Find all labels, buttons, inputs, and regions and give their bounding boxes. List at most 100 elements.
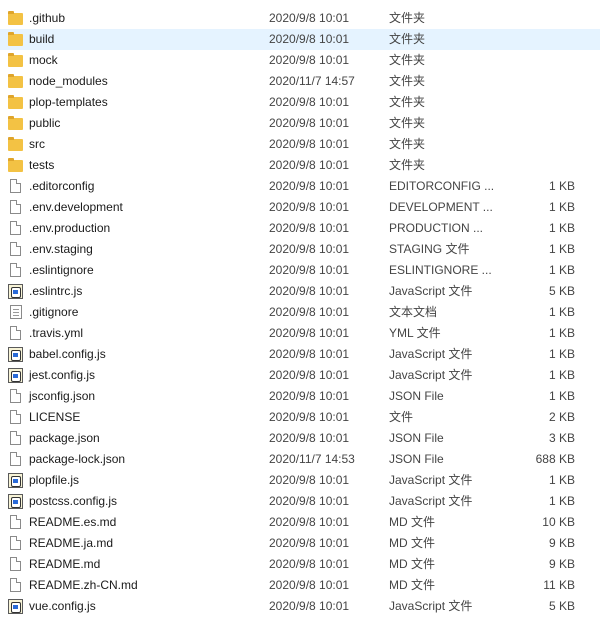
file-row[interactable]: README.es.md 2020/9/8 10:01 MD 文件 10 KB	[0, 512, 600, 533]
file-name[interactable]: .eslintrc.js	[29, 281, 82, 302]
file-row[interactable]: plop-templates 2020/9/8 10:01 文件夹	[0, 92, 600, 113]
file-row[interactable]: package-lock.json 2020/11/7 14:53 JSON Fil…	[0, 449, 600, 470]
file-icon	[10, 431, 21, 445]
file-icon-wrap	[8, 11, 24, 26]
file-row[interactable]: .github 2020/9/8 10:01 文件夹	[0, 8, 600, 29]
file-name[interactable]: node_modules	[29, 71, 108, 92]
file-type: JSON File	[389, 452, 444, 466]
file-name[interactable]: LICENSE	[29, 407, 80, 428]
file-icon-wrap	[8, 32, 24, 47]
file-icon	[10, 221, 21, 235]
file-name[interactable]: src	[29, 134, 45, 155]
file-date-modified: 2020/9/8 10:01	[269, 158, 350, 172]
file-icon-wrap	[8, 578, 24, 593]
file-date-modified: 2020/9/8 10:01	[269, 599, 350, 613]
file-row[interactable]: .env.production 2020/9/8 10:01 PRODUCTION …	[0, 218, 600, 239]
file-name[interactable]: package.json	[29, 428, 100, 449]
file-row[interactable]: node_modules 2020/11/7 14:57 文件夹	[0, 71, 600, 92]
js-icon	[8, 494, 23, 509]
file-row[interactable]: .editorconfig 2020/9/8 10:01 EDITORCONFIG …	[0, 176, 600, 197]
file-icon	[10, 200, 21, 214]
file-name[interactable]: jsconfig.json	[29, 386, 95, 407]
file-row[interactable]: vue.config.js 2020/9/8 10:01 JavaScript 文件…	[0, 596, 600, 617]
file-name[interactable]: babel.config.js	[29, 344, 106, 365]
file-name[interactable]: package-lock.json	[29, 449, 125, 470]
file-name[interactable]: plop-templates	[29, 92, 108, 113]
file-date-modified: 2020/9/8 10:01	[269, 221, 350, 235]
file-type: JavaScript 文件	[389, 347, 473, 361]
file-name[interactable]: jest.config.js	[29, 365, 95, 386]
file-row[interactable]: src 2020/9/8 10:01 文件夹	[0, 134, 600, 155]
file-row[interactable]: package.json 2020/9/8 10:01 JSON File 3 KB	[0, 428, 600, 449]
file-row[interactable]: LICENSE 2020/9/8 10:01 文件 2 KB	[0, 407, 600, 428]
file-name[interactable]: README.es.md	[29, 512, 116, 533]
file-name[interactable]: vue.config.js	[29, 596, 96, 617]
file-size: 1 KB	[548, 494, 575, 508]
file-size: 3 KB	[548, 431, 575, 445]
file-date-modified: 2020/9/8 10:01	[269, 137, 350, 151]
file-size: 5 KB	[548, 599, 575, 613]
file-date-modified: 2020/9/8 10:01	[269, 410, 350, 424]
file-icon-wrap	[8, 536, 24, 551]
file-name[interactable]: .gitignore	[29, 302, 78, 323]
file-row[interactable]: jsconfig.json 2020/9/8 10:01 JSON File 1 KB	[0, 386, 600, 407]
file-name[interactable]: .env.production	[29, 218, 110, 239]
file-name[interactable]: public	[29, 113, 60, 134]
file-type: PRODUCTION ...	[389, 221, 484, 235]
file-row[interactable]: public 2020/9/8 10:01 文件夹	[0, 113, 600, 134]
file-row[interactable]: .travis.yml 2020/9/8 10:01 YML 文件 1 KB	[0, 323, 600, 344]
file-name[interactable]: .env.staging	[29, 239, 93, 260]
file-date-modified: 2020/11/7 14:53	[269, 452, 355, 466]
file-icon	[10, 578, 21, 592]
file-date-modified: 2020/9/8 10:01	[269, 347, 350, 361]
file-name[interactable]: plopfile.js	[29, 470, 79, 491]
file-name[interactable]: postcss.config.js	[29, 491, 117, 512]
file-name[interactable]: .editorconfig	[29, 176, 94, 197]
file-row[interactable]: .env.staging 2020/9/8 10:01 STAGING 文件 1 KB	[0, 239, 600, 260]
file-type: 文件夹	[389, 116, 426, 130]
file-date-modified: 2020/9/8 10:01	[269, 95, 350, 109]
file-size: 11 KB	[543, 578, 575, 592]
file-row[interactable]: postcss.config.js 2020/9/8 10:01 JavaScrip…	[0, 491, 600, 512]
file-type: 文件夹	[389, 53, 426, 67]
file-row[interactable]: .gitignore 2020/9/8 10:01 文本文档 1 KB	[0, 302, 600, 323]
file-icon	[10, 515, 21, 529]
file-icon-wrap	[8, 53, 24, 68]
file-icon-wrap	[8, 137, 24, 152]
file-row[interactable]: .eslintignore 2020/9/8 10:01 ESLINTIGNORE …	[0, 260, 600, 281]
file-size: 9 KB	[548, 536, 575, 550]
file-row[interactable]: build 2020/9/8 10:01 文件夹	[0, 29, 600, 50]
file-row[interactable]: .env.development 2020/9/8 10:01 DEVELOPMEN…	[0, 197, 600, 218]
file-name[interactable]: .env.development	[29, 197, 123, 218]
file-row[interactable]: README.zh-CN.md 2020/9/8 10:01 MD 文件 11 KB	[0, 575, 600, 596]
file-name[interactable]: build	[29, 29, 54, 50]
file-row[interactable]: babel.config.js 2020/9/8 10:01 JavaScript …	[0, 344, 600, 365]
file-row[interactable]: plopfile.js 2020/9/8 10:01 JavaScript 文件 1 …	[0, 470, 600, 491]
file-icon-wrap	[8, 515, 24, 530]
file-date-modified: 2020/9/8 10:01	[269, 242, 350, 256]
file-name[interactable]: README.ja.md	[29, 533, 113, 554]
file-icon-wrap	[8, 326, 24, 341]
file-name[interactable]: .eslintignore	[29, 260, 94, 281]
file-row[interactable]: .eslintrc.js 2020/9/8 10:01 JavaScript 文件 5…	[0, 281, 600, 302]
file-name[interactable]: tests	[29, 155, 54, 176]
file-size: 1 KB	[548, 347, 575, 361]
file-name[interactable]: mock	[29, 50, 58, 71]
file-size: 1 KB	[548, 263, 575, 277]
file-name[interactable]: README.md	[29, 554, 100, 575]
file-row[interactable]: tests 2020/9/8 10:01 文件夹	[0, 155, 600, 176]
file-name[interactable]: .github	[29, 8, 65, 29]
file-icon-wrap	[8, 431, 24, 446]
file-row[interactable]: README.md 2020/9/8 10:01 MD 文件 9 KB	[0, 554, 600, 575]
file-row[interactable]: mock 2020/9/8 10:01 文件夹	[0, 50, 600, 71]
file-name[interactable]: README.zh-CN.md	[29, 575, 138, 596]
js-icon	[8, 347, 23, 362]
file-row[interactable]: jest.config.js 2020/9/8 10:01 JavaScript 文…	[0, 365, 600, 386]
file-icon-wrap	[8, 389, 24, 404]
file-type: 文件夹	[389, 32, 426, 46]
file-row[interactable]: README.ja.md 2020/9/8 10:01 MD 文件 9 KB	[0, 533, 600, 554]
js-icon	[8, 284, 23, 299]
file-name[interactable]: .travis.yml	[29, 323, 83, 344]
file-type: JavaScript 文件	[389, 599, 473, 613]
file-date-modified: 2020/9/8 10:01	[269, 494, 350, 508]
